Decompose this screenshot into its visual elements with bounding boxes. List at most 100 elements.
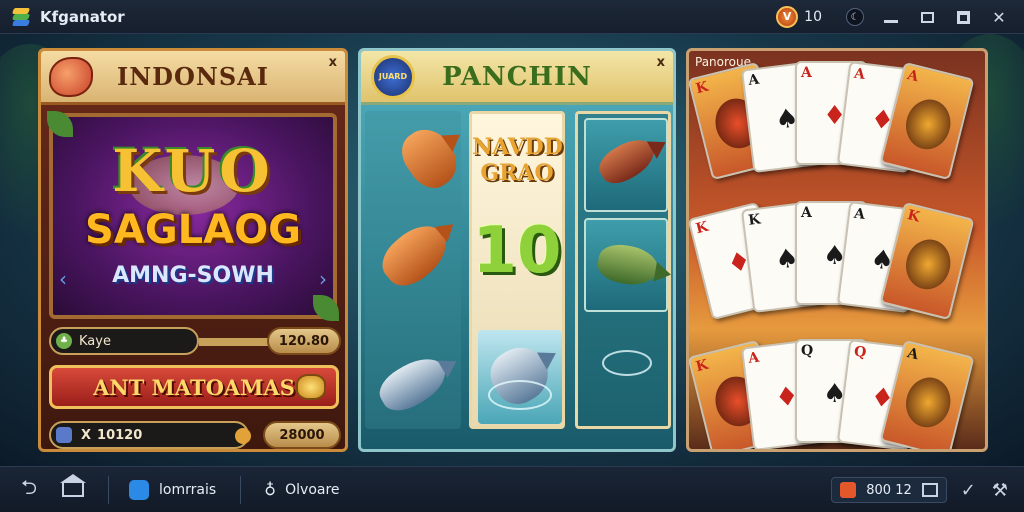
fish-icon [393,119,467,197]
kaye-row: ♣ Kaye 120.80 [49,327,341,357]
card-art-icon [900,372,956,432]
reel-cell [584,218,668,312]
globe-icon: ♁ [264,479,276,499]
card-rank: A [853,205,866,223]
close-panel-button[interactable]: x [329,55,337,70]
panchin-game-panel[interactable]: JUARD PANCHIN x NAVDD GRAO 10 [358,48,676,452]
reel-middle: NAVDD GRAO 10 [469,111,565,429]
action-button[interactable]: ANT MATOAMAS [49,365,339,409]
coins-prefix: X [81,427,92,443]
meat-icon [49,57,93,97]
close-window-button[interactable]: ✕ [988,6,1010,28]
status-pill[interactable]: 800 12 [831,477,947,503]
home-icon[interactable] [60,473,86,497]
leaf-decoration [313,295,339,321]
bonus-number: 10 [472,214,562,288]
panel-title: INDONSAI [117,62,269,91]
badge-icon: JUARD [371,55,415,99]
splash-decoration [602,350,652,376]
slot-reels[interactable]: NAVDD GRAO 10 [361,105,673,449]
splash-decoration [488,380,552,410]
chevron-left-icon[interactable]: ‹ [59,267,67,291]
indonsai-game-panel[interactable]: INDONSAI x KUO SAGLAOG AMNG-SOWH ‹ › ♣ K… [38,48,348,452]
card-rank: A [905,67,921,86]
task-item-2[interactable]: ♁ Olvoare [261,479,340,499]
restore-icon [920,11,934,23]
coin-count: 10 [804,9,822,25]
fish-icon [595,241,661,289]
screen-icon [921,483,938,497]
card-rank: A [905,345,921,364]
restore-button[interactable] [916,6,938,28]
task-label: lomrrais [159,481,217,498]
card-rank: K [694,218,710,238]
card-rank: A [747,349,761,367]
card-game-panel[interactable]: Panoroue K A ♠ A ♦ A ♦ A K ♦ K ♠ A ♠ A ♠ K K A ♦ Q ♠ Q ♦ A [686,48,988,452]
coins-label: 10120 [97,427,143,443]
card-rank: K [694,78,710,98]
game-logo-banner[interactable]: KUO SAGLAOG AMNG-SOWH ‹ › [47,111,339,321]
reel-cell [584,118,668,212]
card-rank: A [853,65,866,83]
task-item-1[interactable]: lomrrais [129,479,217,500]
chevron-right-icon[interactable]: › [319,267,327,291]
check-icon[interactable]: ✓ [961,480,976,501]
task-label: Olvoare [285,481,340,498]
reel-right [575,111,671,429]
card-rank: A [801,205,812,221]
maximize-icon [956,10,970,24]
divider [240,475,242,504]
wallet-icon [56,427,72,443]
card-art-icon [900,94,956,154]
status-text: 800 12 [866,482,912,498]
card-rank: K [694,356,710,376]
app-icon [129,479,149,500]
leaf-decoration [47,111,73,137]
window-title: Kfganator [40,7,125,26]
action-button-label: ANT MATOAMAS [93,374,295,400]
bonus-label: NAVDD GRAO [472,134,563,186]
divider [108,475,109,504]
kaye-field[interactable]: ♣ Kaye [49,327,199,355]
app-logo-icon [10,6,32,28]
theme-toggle-button[interactable]: ☾ [844,6,866,28]
card-rank: Q [853,343,868,362]
reel-cell [478,330,562,424]
reel-left [365,111,467,429]
logo-subtitle: SAGLAOG [85,207,301,253]
kaye-value: 120.80 [267,327,341,355]
moon-icon: ☾ [846,8,864,26]
coin-icon [235,428,251,444]
logo-title: KUO [112,137,274,205]
game-stage: INDONSAI x KUO SAGLAOG AMNG-SOWH ‹ › ♣ K… [0,34,1024,466]
card-art-icon [900,234,956,294]
card-rank: A [801,65,812,81]
kaye-label: Kaye [79,333,111,349]
close-icon: ✕ [992,7,1006,27]
panel-header: JUARD PANCHIN x [361,51,673,105]
fish-icon [593,131,661,191]
panel-header: INDONSAI x [41,51,345,105]
coins-field[interactable]: X 10120 [49,421,251,449]
coin-icon[interactable]: V [776,6,799,28]
card-rank: A [747,71,761,89]
gold-nugget-icon [296,374,326,400]
card-rank: K [747,211,762,229]
close-panel-button[interactable]: x [657,55,665,70]
club-icon: ♣ [56,333,72,349]
divider [199,338,269,346]
fish-icon [373,214,457,296]
coins-row: X 10120 28000 [49,421,341,449]
card-rank: K [905,207,922,226]
panel-title: PANCHIN [442,61,592,92]
minimize-button[interactable] [880,6,902,28]
title-bar: Kfganator V 10 ☾ ✕ [0,0,1024,34]
logo-tagline: AMNG-SOWH [112,263,274,288]
maximize-button[interactable] [952,6,974,28]
back-icon[interactable]: ⮌ [16,473,42,507]
fish-icon [372,349,454,419]
card-rank: Q [801,343,814,359]
record-icon [840,482,857,498]
score-value: 28000 [263,421,341,449]
tools-icon[interactable]: ⚒ [992,480,1008,501]
